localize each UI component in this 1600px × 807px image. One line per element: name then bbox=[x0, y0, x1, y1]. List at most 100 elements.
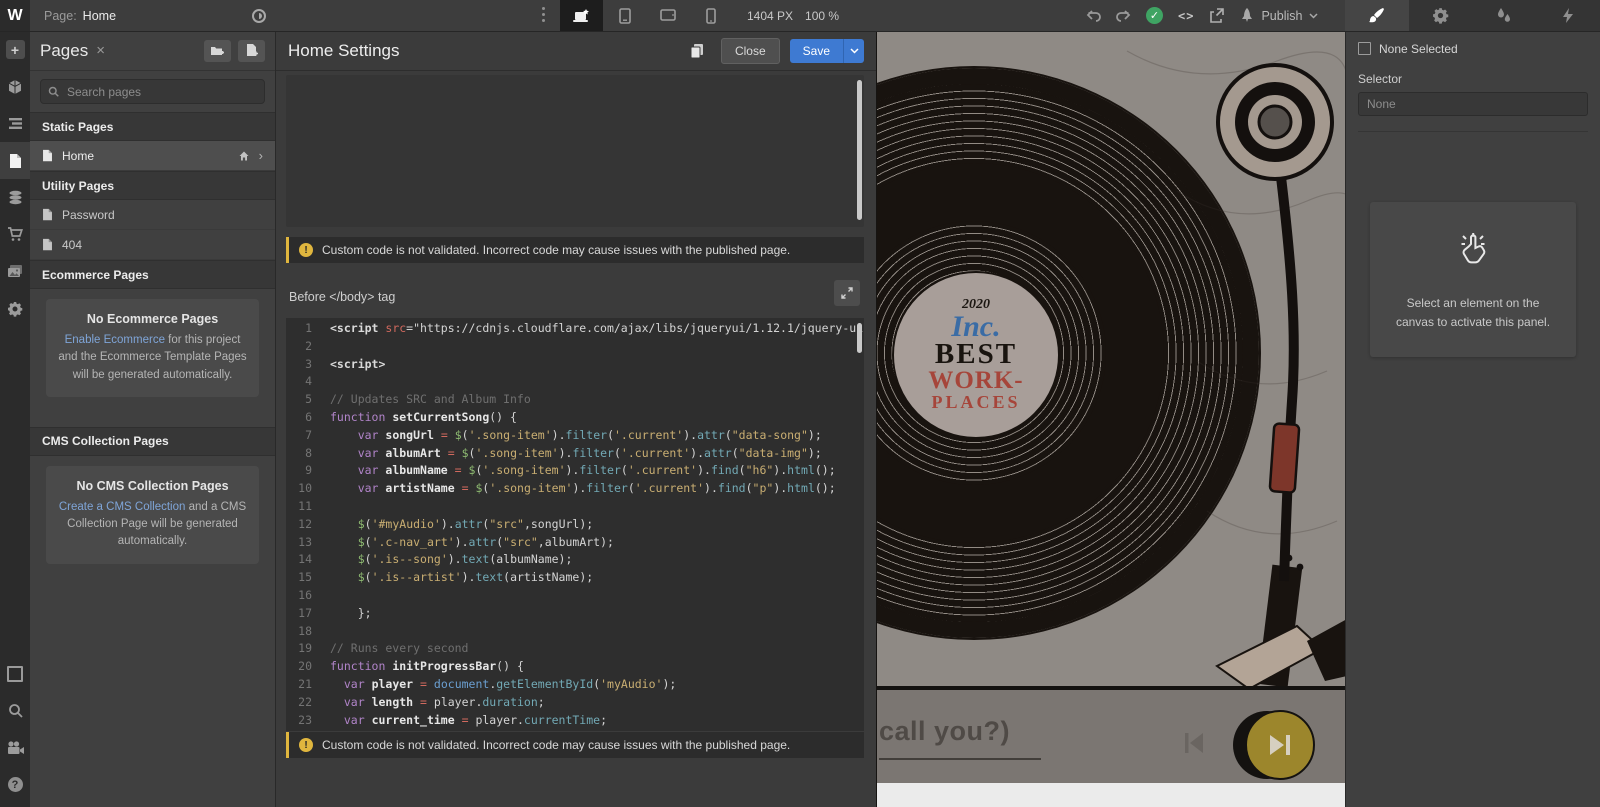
page-row-404[interactable]: 404 bbox=[30, 230, 275, 260]
tab-interactions[interactable] bbox=[1536, 0, 1600, 31]
page-icon bbox=[42, 149, 53, 162]
video-tutorials-button[interactable] bbox=[0, 729, 30, 766]
breakpoint-landscape[interactable] bbox=[646, 0, 689, 31]
share-icon[interactable] bbox=[1209, 8, 1225, 23]
breakpoint-desktop[interactable] bbox=[560, 0, 603, 31]
copy-icon bbox=[689, 43, 705, 59]
skip-back-icon bbox=[1179, 728, 1209, 758]
tab-style-manager[interactable] bbox=[1473, 0, 1537, 31]
project-settings-button[interactable] bbox=[0, 290, 30, 327]
expand-editor-button[interactable] bbox=[834, 280, 860, 306]
skip-forward-button bbox=[1245, 710, 1315, 780]
player-heading-underline bbox=[879, 758, 1041, 760]
chevron-down-icon bbox=[1309, 13, 1318, 19]
page-settings-modal: Home Settings Close Save ! Custom code i… bbox=[275, 31, 876, 807]
enable-ecommerce-link[interactable]: Enable Ecommerce bbox=[65, 334, 165, 346]
video-camera-icon bbox=[7, 741, 24, 755]
head-code-editor-bottom[interactable] bbox=[286, 75, 864, 227]
top-bar-actions: ✓ <> Publish bbox=[1086, 0, 1318, 31]
pages-button[interactable] bbox=[0, 142, 30, 179]
tab-style[interactable] bbox=[1345, 0, 1409, 31]
body-code-editor[interactable]: 1<script src="https://cdnjs.cloudflare.c… bbox=[286, 318, 864, 731]
save-options-button[interactable] bbox=[843, 39, 864, 63]
components-button[interactable] bbox=[0, 68, 30, 105]
record-label-badge: 2020 Inc. BEST WORK- PLACES bbox=[892, 271, 1060, 439]
zoom-level[interactable]: 100 % bbox=[805, 9, 839, 23]
saved-status-icon[interactable]: ✓ bbox=[1146, 7, 1163, 24]
tab-settings[interactable] bbox=[1409, 0, 1473, 31]
turntable-illustration: 2020 Inc. BEST WORK- PLACES bbox=[877, 31, 1347, 686]
style-block-button[interactable] bbox=[0, 655, 30, 692]
scrollbar-thumb[interactable] bbox=[857, 80, 862, 220]
selection-status: None Selected bbox=[1379, 42, 1458, 56]
card-title: No CMS Collection Pages bbox=[57, 479, 248, 493]
publish-button[interactable]: Publish bbox=[1240, 8, 1318, 23]
divider bbox=[1358, 131, 1588, 132]
plus-icon: + bbox=[6, 40, 25, 59]
page-icon bbox=[42, 208, 53, 221]
ecommerce-button[interactable] bbox=[0, 216, 30, 253]
section-static-pages: Static Pages bbox=[30, 112, 275, 141]
custom-code-warning: ! Custom code is not validated. Incorrec… bbox=[286, 237, 864, 263]
add-folder-button[interactable] bbox=[204, 40, 231, 62]
lightning-icon bbox=[1562, 7, 1574, 24]
selector-input[interactable] bbox=[1358, 92, 1588, 116]
selector-label: Selector bbox=[1358, 72, 1588, 86]
design-canvas[interactable]: 2020 Inc. BEST WORK- PLACES bbox=[875, 31, 1347, 807]
canvas-width[interactable]: 1404 PX bbox=[747, 9, 793, 23]
more-options-icon[interactable] bbox=[537, 7, 549, 22]
search-pages-box bbox=[40, 79, 265, 104]
right-panel-tabs bbox=[1345, 0, 1600, 31]
warning-text: Custom code is not validated. Incorrect … bbox=[322, 738, 790, 752]
chevron-right-icon[interactable]: › bbox=[259, 148, 263, 163]
undo-icon[interactable] bbox=[1086, 9, 1101, 22]
duplicate-button[interactable] bbox=[689, 43, 705, 59]
search-icon bbox=[8, 703, 23, 718]
database-icon bbox=[8, 190, 23, 205]
create-cms-collection-link[interactable]: Create a CMS Collection bbox=[59, 501, 186, 513]
left-toolbar-bottom: ? bbox=[0, 655, 30, 803]
cube-icon bbox=[7, 79, 23, 95]
page-row-password[interactable]: Password bbox=[30, 200, 275, 230]
page-switcher[interactable]: Page: Home bbox=[44, 0, 116, 31]
page-name: 404 bbox=[62, 238, 82, 252]
page-row-home[interactable]: Home › bbox=[30, 141, 275, 171]
section-cms-pages: CMS Collection Pages bbox=[30, 427, 275, 456]
search-button[interactable] bbox=[0, 692, 30, 729]
pages-panel: Pages × Static Pages Home › Utility Pag bbox=[30, 31, 276, 807]
tap-hand-icon bbox=[1456, 232, 1490, 268]
editor-scrollbar-thumb[interactable] bbox=[857, 323, 862, 353]
square-outline-icon bbox=[7, 666, 23, 682]
breakpoint-mobile[interactable] bbox=[689, 0, 732, 31]
close-button[interactable]: Close bbox=[721, 38, 780, 64]
badge-places: PLACES bbox=[931, 393, 1020, 413]
help-button[interactable]: ? bbox=[0, 766, 30, 803]
redo-icon[interactable] bbox=[1116, 9, 1131, 22]
left-toolbar: + ? bbox=[0, 31, 30, 807]
publish-label: Publish bbox=[1261, 9, 1302, 23]
navigator-button[interactable] bbox=[0, 105, 30, 142]
preview-eye-icon[interactable] bbox=[244, 4, 274, 27]
hint-text: Select an element on the canvas to activ… bbox=[1388, 294, 1558, 331]
section-ecommerce-pages: Ecommerce Pages bbox=[30, 260, 275, 289]
no-ecommerce-card: No Ecommerce Pages Enable Ecommerce for … bbox=[46, 299, 259, 397]
search-pages-input[interactable] bbox=[65, 84, 257, 100]
page-section-below bbox=[877, 783, 1347, 807]
save-button[interactable]: Save bbox=[790, 39, 843, 63]
warning-icon: ! bbox=[299, 243, 313, 257]
modal-title: Home Settings bbox=[288, 41, 400, 61]
cms-button[interactable] bbox=[0, 179, 30, 216]
badge-inc: Inc. bbox=[951, 313, 1000, 340]
close-panel-icon[interactable]: × bbox=[96, 43, 105, 58]
pages-panel-header: Pages × bbox=[30, 31, 275, 71]
breakpoint-tablet[interactable] bbox=[603, 0, 646, 31]
before-body-label: Before </body> tag bbox=[289, 290, 395, 304]
checkbox-icon[interactable] bbox=[1358, 42, 1371, 55]
selector-section: Selector bbox=[1346, 66, 1600, 132]
custom-code-icon[interactable]: <> bbox=[1178, 9, 1194, 23]
add-page-button[interactable] bbox=[238, 40, 265, 62]
skip-forward-icon bbox=[1267, 733, 1293, 757]
add-elements-button[interactable]: + bbox=[0, 31, 30, 68]
webflow-logo[interactable]: W bbox=[0, 0, 30, 31]
assets-button[interactable] bbox=[0, 253, 30, 290]
